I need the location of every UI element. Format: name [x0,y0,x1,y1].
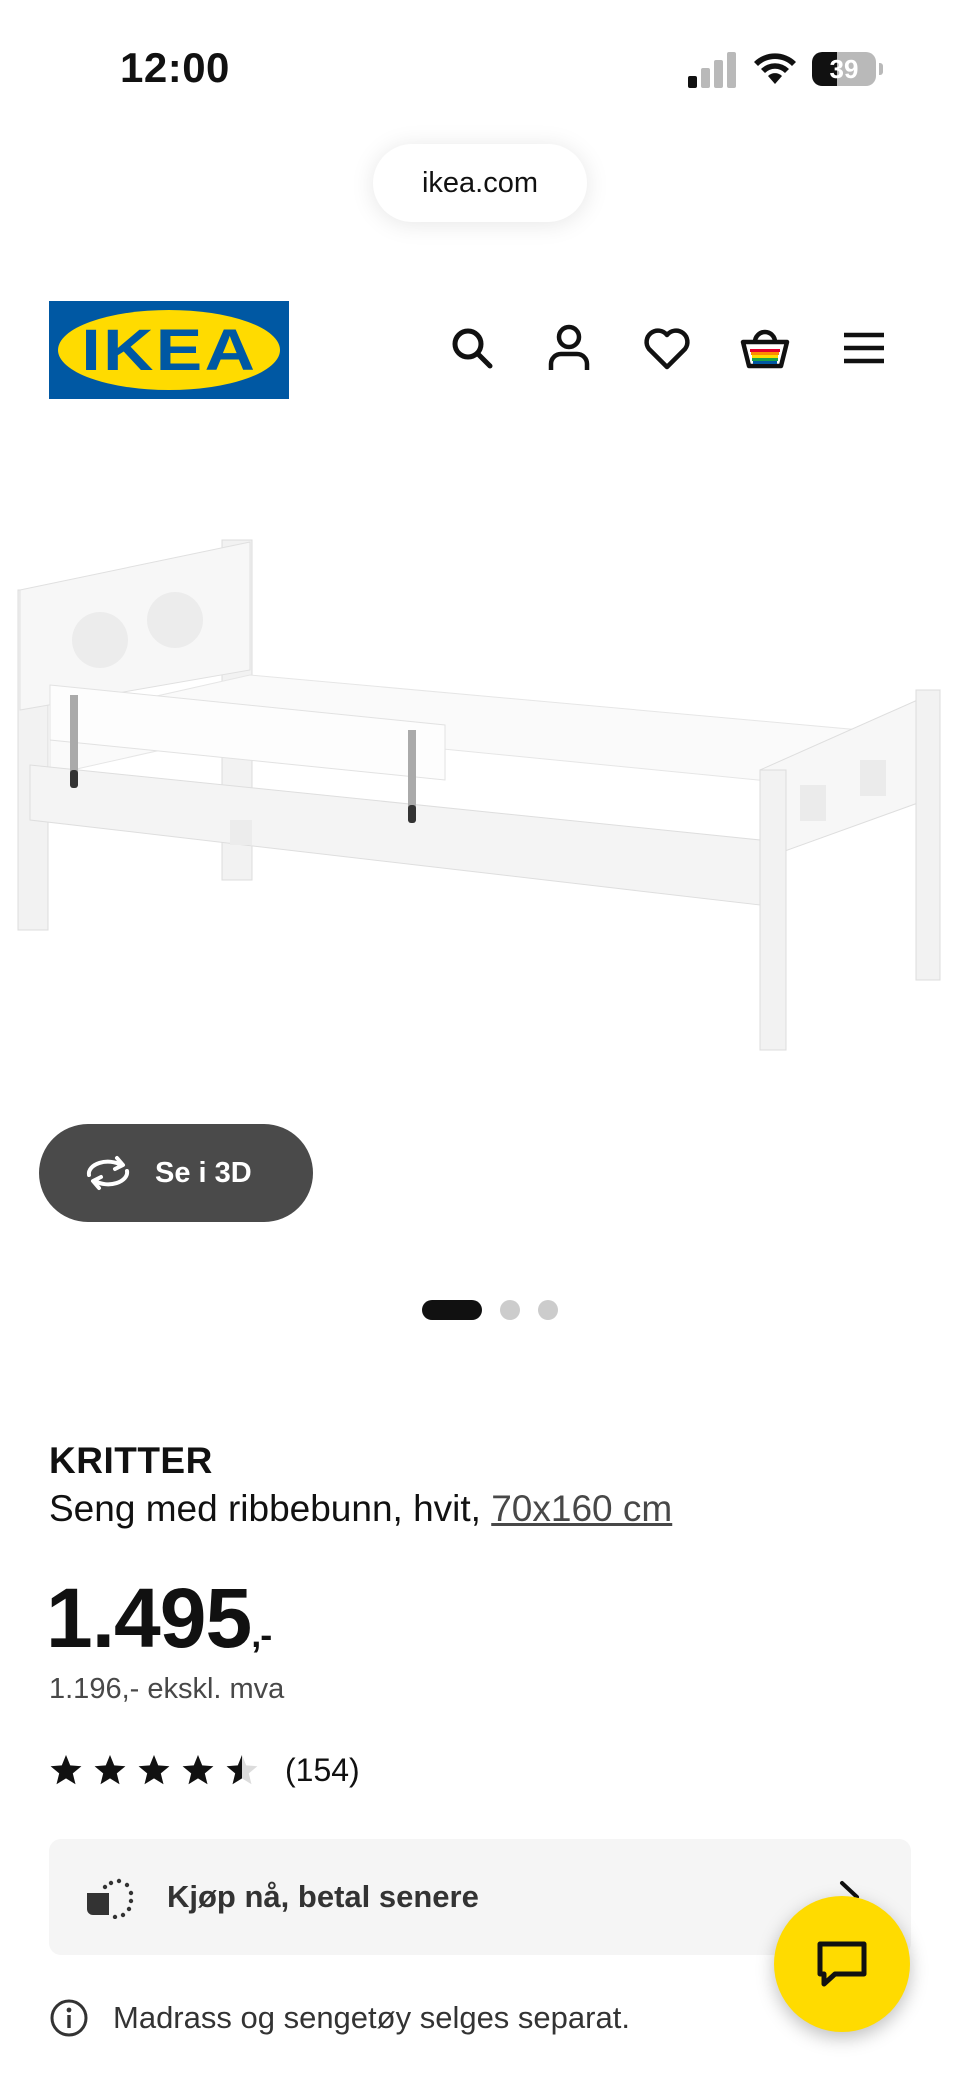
price-suffix: ,- [251,1614,272,1655]
info-icon [50,1999,88,2037]
heart-icon[interactable] [641,322,693,374]
star-full-icon [94,1755,126,1785]
cart-icon[interactable] [739,322,791,374]
price-excl-vat: 1.196,- ekskl. mva [49,1673,285,1705]
rating[interactable]: (154) [49,1750,360,1790]
pay-later-label: Kjøp nå, betal senere [167,1879,479,1914]
star-full-icon [182,1755,214,1785]
logo-text: IKEA [81,317,257,383]
status-time: 12:00 [120,44,230,91]
star-full-icon [50,1755,82,1785]
cellular-signal-icon [688,52,738,88]
product-notice: Madrass og sengetøy selges separat. [49,1996,630,2040]
product-price: 1.495,- [46,1570,272,1667]
description-text: Seng med ribbebunn, hvit, [49,1488,492,1529]
address-bar[interactable]: ikea.com [373,144,587,222]
notice-text: Madrass og sengetøy selges separat. [113,2000,630,2035]
pay-later-icon [87,1878,134,1919]
battery-cap [879,63,883,75]
view-3d-button[interactable]: Se i 3D [39,1124,313,1222]
menu-icon[interactable] [838,322,890,374]
rating-count: (154) [285,1751,360,1788]
product-name: KRITTER [49,1440,213,1481]
logo-oval: IKEA [58,310,280,390]
page: 12:00 39 ikea.com IKEA Se i 3D KRITTER S… [0,0,960,2081]
star-full-icon [138,1755,170,1785]
carousel-dot[interactable] [538,1300,558,1320]
product-image[interactable] [0,520,960,1120]
price-value: 1.495 [46,1571,252,1665]
carousel-indicator[interactable] [0,1298,960,1322]
carousel-dot[interactable] [500,1300,520,1320]
wifi-icon [752,50,798,86]
ikea-logo[interactable]: IKEA [49,301,289,399]
carousel-dot-active[interactable] [422,1300,482,1320]
size-link[interactable]: 70x160 cm [491,1488,672,1529]
status-bar: 12:00 39 [0,0,960,130]
rotate-3d-icon [86,1156,130,1190]
chat-button[interactable] [774,1896,910,2032]
view-3d-label: Se i 3D [155,1156,252,1189]
battery-icon: 39 [812,52,876,86]
search-icon[interactable] [446,322,498,374]
product-description: Seng med ribbebunn, hvit, 70x160 cm [49,1488,672,1530]
battery-level: 39 [829,53,859,84]
account-icon[interactable] [543,322,595,374]
star-half-icon [226,1755,258,1785]
chat-icon [817,1941,867,1987]
